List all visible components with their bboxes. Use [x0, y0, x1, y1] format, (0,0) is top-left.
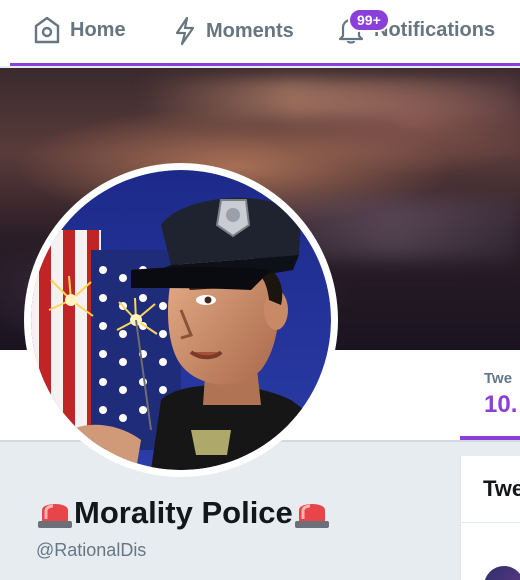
tweets-stat-underline — [460, 436, 520, 440]
lightning-icon — [174, 16, 196, 46]
tweets-panel-divider — [460, 522, 520, 523]
profile-handle[interactable]: @RationalDis — [36, 540, 146, 561]
display-name-text: Morality Police — [74, 495, 293, 530]
tweets-panel — [460, 456, 520, 580]
top-navigation: Home Moments Notifications 99+ — [0, 0, 520, 66]
profile-display-name: Morality Police — [36, 495, 331, 531]
tweets-stat-label: Twe — [484, 370, 513, 387]
nav-home[interactable]: Home — [34, 16, 126, 44]
siren-emoji-icon — [293, 497, 331, 529]
tweets-panel-title: Twe — [483, 476, 520, 501]
profile-page: Home Moments Notifications 99+ Twe 10. T… — [0, 0, 520, 580]
home-icon — [34, 16, 60, 44]
tweets-stat-value: 10. — [484, 391, 518, 418]
nav-home-label: Home — [70, 18, 126, 41]
nav-moments-label: Moments — [206, 19, 294, 42]
nav-active-underline — [10, 63, 520, 66]
profile-avatar[interactable] — [24, 163, 338, 477]
nav-notifications-label: Notifications — [374, 18, 496, 41]
notifications-badge: 99+ — [348, 8, 390, 32]
siren-emoji-icon — [36, 497, 74, 529]
avatar-illustration — [31, 170, 331, 470]
tweets-stat[interactable]: Twe 10. — [484, 370, 517, 419]
nav-moments[interactable]: Moments — [174, 16, 294, 46]
